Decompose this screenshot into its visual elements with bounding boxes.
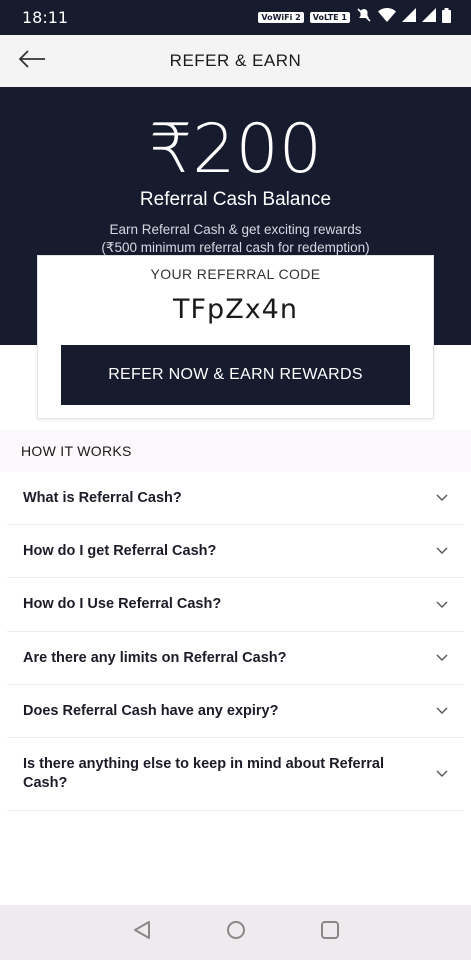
triangle-back-icon: [133, 920, 151, 945]
status-icons: VoWiFi 2 VoLTE 1: [258, 7, 451, 28]
chevron-down-icon: [436, 542, 448, 560]
signal-icon: [422, 8, 436, 27]
faq-question: How do I get Referral Cash?: [23, 542, 217, 559]
faq-question: Are there any limits on Referral Cash?: [23, 649, 287, 666]
faq-question: Is there anything else to keep in mind a…: [23, 756, 384, 791]
faq-list: What is Referral Cash? How do I get Refe…: [7, 472, 464, 811]
referral-code-card: YOUR REFERRAL CODE TFpZx4n REFER NOW & E…: [37, 255, 434, 419]
chevron-down-icon: [436, 702, 448, 720]
battery-icon: [442, 7, 451, 28]
chevron-down-icon: [436, 489, 448, 507]
faq-item[interactable]: Does Referral Cash have any expiry?: [7, 685, 464, 738]
referral-code-label: YOUR REFERRAL CODE: [150, 266, 321, 282]
referral-cash-amount: ₹200: [148, 110, 323, 189]
faq-item[interactable]: Is there anything else to keep in mind a…: [7, 738, 464, 811]
balance-label: Referral Cash Balance: [139, 189, 332, 210]
referral-code[interactable]: TFpZx4n: [38, 294, 433, 325]
app-bar: REFER & EARN: [0, 35, 471, 87]
faq-question: How do I Use Referral Cash?: [23, 596, 222, 612]
wifi-icon: [378, 8, 396, 27]
faq-question: Does Referral Cash have any expiry?: [23, 702, 279, 719]
how-it-works-heading: HOW IT WORKS: [0, 430, 471, 472]
chevron-down-icon: [436, 649, 448, 667]
square-recents-icon: [320, 920, 340, 945]
system-nav-bar: [0, 905, 471, 960]
status-bar: 18:11 VoWiFi 2 VoLTE 1: [0, 0, 471, 35]
faq-item[interactable]: How do I get Referral Cash?: [7, 525, 464, 578]
mute-icon: [356, 7, 372, 28]
faq-item[interactable]: What is Referral Cash?: [7, 472, 464, 525]
hero-subtitle: Earn Referral Cash & get exciting reward…: [0, 221, 471, 257]
faq-item[interactable]: How do I Use Referral Cash?: [7, 578, 464, 632]
signal-icon: [402, 8, 416, 27]
page-title: REFER & EARN: [169, 51, 302, 70]
status-time: 18:11: [22, 8, 69, 27]
vowifi-badge: VoWiFi 2: [258, 12, 304, 23]
chevron-down-icon: [436, 765, 448, 783]
chevron-down-icon: [436, 596, 448, 614]
refer-now-button[interactable]: REFER NOW & EARN REWARDS: [61, 345, 410, 405]
hero-subtitle-line: Earn Referral Cash & get exciting reward…: [109, 222, 362, 237]
back-button[interactable]: [14, 45, 50, 77]
nav-home-button[interactable]: [225, 920, 247, 945]
volte-badge: VoLTE 1: [309, 12, 350, 23]
nav-recents-button[interactable]: [319, 920, 341, 945]
nav-back-button[interactable]: [131, 920, 153, 945]
faq-question: What is Referral Cash?: [23, 489, 182, 506]
circle-home-icon: [226, 920, 246, 945]
faq-item[interactable]: Are there any limits on Referral Cash?: [7, 632, 464, 685]
arrow-left-icon: [18, 49, 46, 74]
